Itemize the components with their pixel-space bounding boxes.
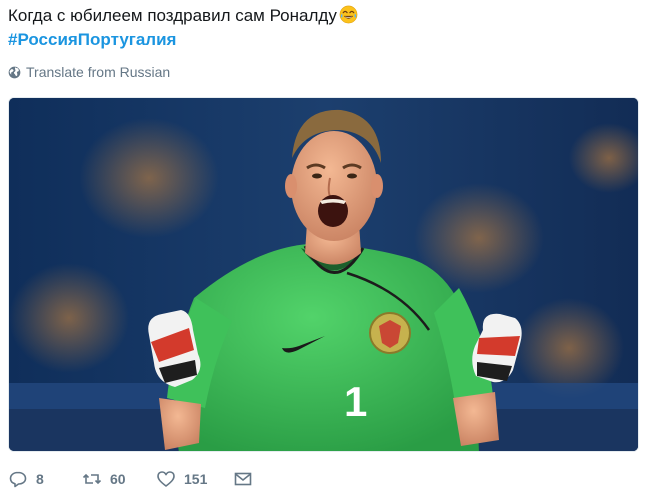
reply-count: 8	[36, 471, 44, 487]
jersey-number: 1	[344, 378, 367, 425]
like-button[interactable]: 151	[156, 469, 207, 489]
heart-icon	[157, 471, 175, 487]
reply-icon	[9, 471, 27, 488]
translate-label: Translate from Russian	[26, 64, 171, 80]
goalkeeper-celebration-image: 1	[9, 98, 638, 451]
tears-of-joy-emoji-icon	[339, 5, 358, 24]
retweet-count: 60	[110, 471, 126, 487]
retweet-icon	[82, 473, 102, 485]
tweet-actions: 8 60 151	[8, 466, 279, 492]
like-count: 151	[184, 471, 208, 487]
tweet-text: Когда с юбилеем поздравил сам Роналду #Р…	[8, 4, 358, 52]
globe-icon	[8, 66, 21, 78]
tweet-body: Когда с юбилеем поздравил сам Роналду	[8, 6, 337, 25]
hashtag-link[interactable]: #РоссияПортугалия	[8, 28, 358, 52]
envelope-icon	[235, 472, 252, 486]
direct-message-button[interactable]	[233, 469, 253, 489]
translate-link[interactable]: Translate from Russian	[8, 64, 170, 80]
tweet-text-line: Когда с юбилеем поздравил сам Роналду	[8, 4, 358, 28]
tweet-photo[interactable]: 1	[8, 97, 639, 452]
retweet-button[interactable]: 60	[82, 469, 130, 489]
reply-button[interactable]: 8	[8, 469, 56, 489]
